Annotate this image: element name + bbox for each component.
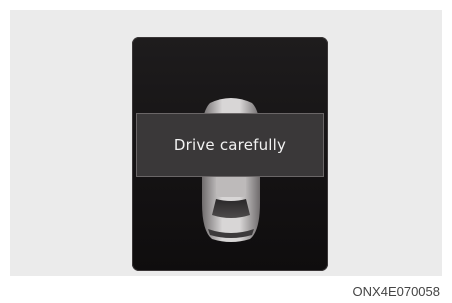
drive-carefully-message: Drive carefully [173,136,287,154]
figure-code: ONX4E070058 [352,284,440,299]
warning-message-popup: Drive carefully [136,113,324,177]
